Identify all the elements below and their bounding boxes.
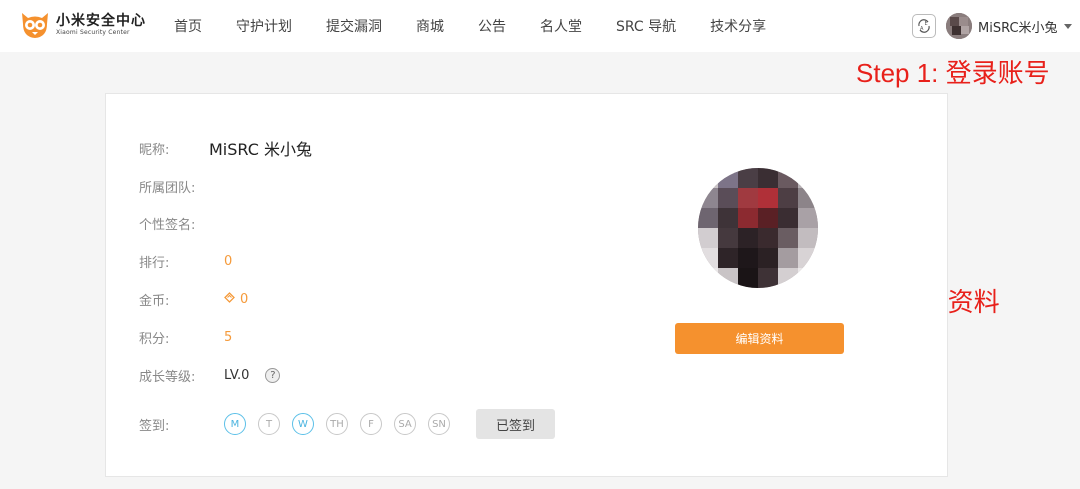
signin-days: M T W TH F SA SN [224,413,462,435]
coin-icon [224,292,235,306]
rank-row: 排行: 0 [139,251,232,271]
signin-day-thu: TH [326,413,348,435]
rank-value: 0 [224,253,233,269]
nav-item-announcements[interactable]: 公告 [478,16,506,36]
nav-item-guard-plan[interactable]: 守护计划 [236,16,292,36]
help-icon[interactable]: ? [265,367,281,383]
language-switch-icon[interactable]: E A [912,14,936,38]
nav-item-hall-of-fame[interactable]: 名人堂 [540,16,582,36]
signature-label: 个性签名: [139,217,196,233]
nickname-value: MiSRC 米小兔 [209,140,312,159]
nav-item-src-nav[interactable]: SRC 导航 [616,16,676,36]
signin-label: 签到: [139,418,170,434]
signin-day-sun: SN [428,413,450,435]
level-value: LV.0 [224,367,250,383]
top-header: 小米安全中心 Xiaomi Security Center 首页 守护计划 提交… [0,0,1080,52]
level-row: 成长等级: LV.0 ? [139,365,281,385]
signin-day-mon: M [224,413,246,435]
points-row: 积分: 5 [139,327,232,347]
main-nav: 首页 守护计划 提交漏洞 商城 公告 名人堂 SRC 导航 技术分享 [174,0,800,52]
user-name: MiSRC米小兔 [978,20,1058,36]
signin-day-fri: F [360,413,382,435]
user-menu[interactable]: MiSRC米小兔 [946,13,1072,39]
coins-value: 0 [240,291,249,307]
svg-text:A: A [920,26,924,32]
avatar [946,13,972,39]
coins-label: 金币: [139,293,170,309]
profile-avatar [698,168,818,288]
edit-profile-button[interactable]: 编辑资料 [675,323,844,354]
chevron-down-icon [1063,23,1072,29]
svg-text:E: E [925,21,928,27]
team-row: 所属团队: [139,176,224,196]
signin-day-wed: W [292,413,314,435]
signature-row: 个性签名: [139,213,224,233]
nav-item-home[interactable]: 首页 [174,16,202,36]
coins-row: 金币: 0 [139,289,248,309]
brand-logo[interactable]: 小米安全中心 Xiaomi Security Center [20,10,146,40]
points-label: 积分: [139,331,170,347]
signin-day-tue: T [258,413,280,435]
brand-name-cn: 小米安全中心 [56,13,146,29]
signin-row: 签到: M T W TH F SA SN 已签到 [139,409,555,439]
owl-logo-icon [22,13,48,38]
points-value: 5 [224,329,233,345]
nav-item-tech-share[interactable]: 技术分享 [710,16,766,36]
brand-text: 小米安全中心 Xiaomi Security Center [56,13,146,37]
rank-label: 排行: [139,255,170,271]
nav-item-submit-vuln[interactable]: 提交漏洞 [326,16,382,36]
level-label: 成长等级: [139,369,196,385]
brand-name-en: Xiaomi Security Center [56,29,130,36]
nav-item-shop[interactable]: 商城 [416,16,444,36]
team-label: 所属团队: [139,180,196,196]
signin-day-sat: SA [394,413,416,435]
signed-in-button[interactable]: 已签到 [476,409,555,439]
profile-card: 昵称: MiSRC 米小兔 所属团队: 个性签名: 排行: 0 金币: 0 积分… [105,93,948,477]
nickname-row: 昵称: MiSRC 米小兔 [139,138,312,159]
annotation-step-1: Step 1: 登录账号 [856,58,1050,88]
